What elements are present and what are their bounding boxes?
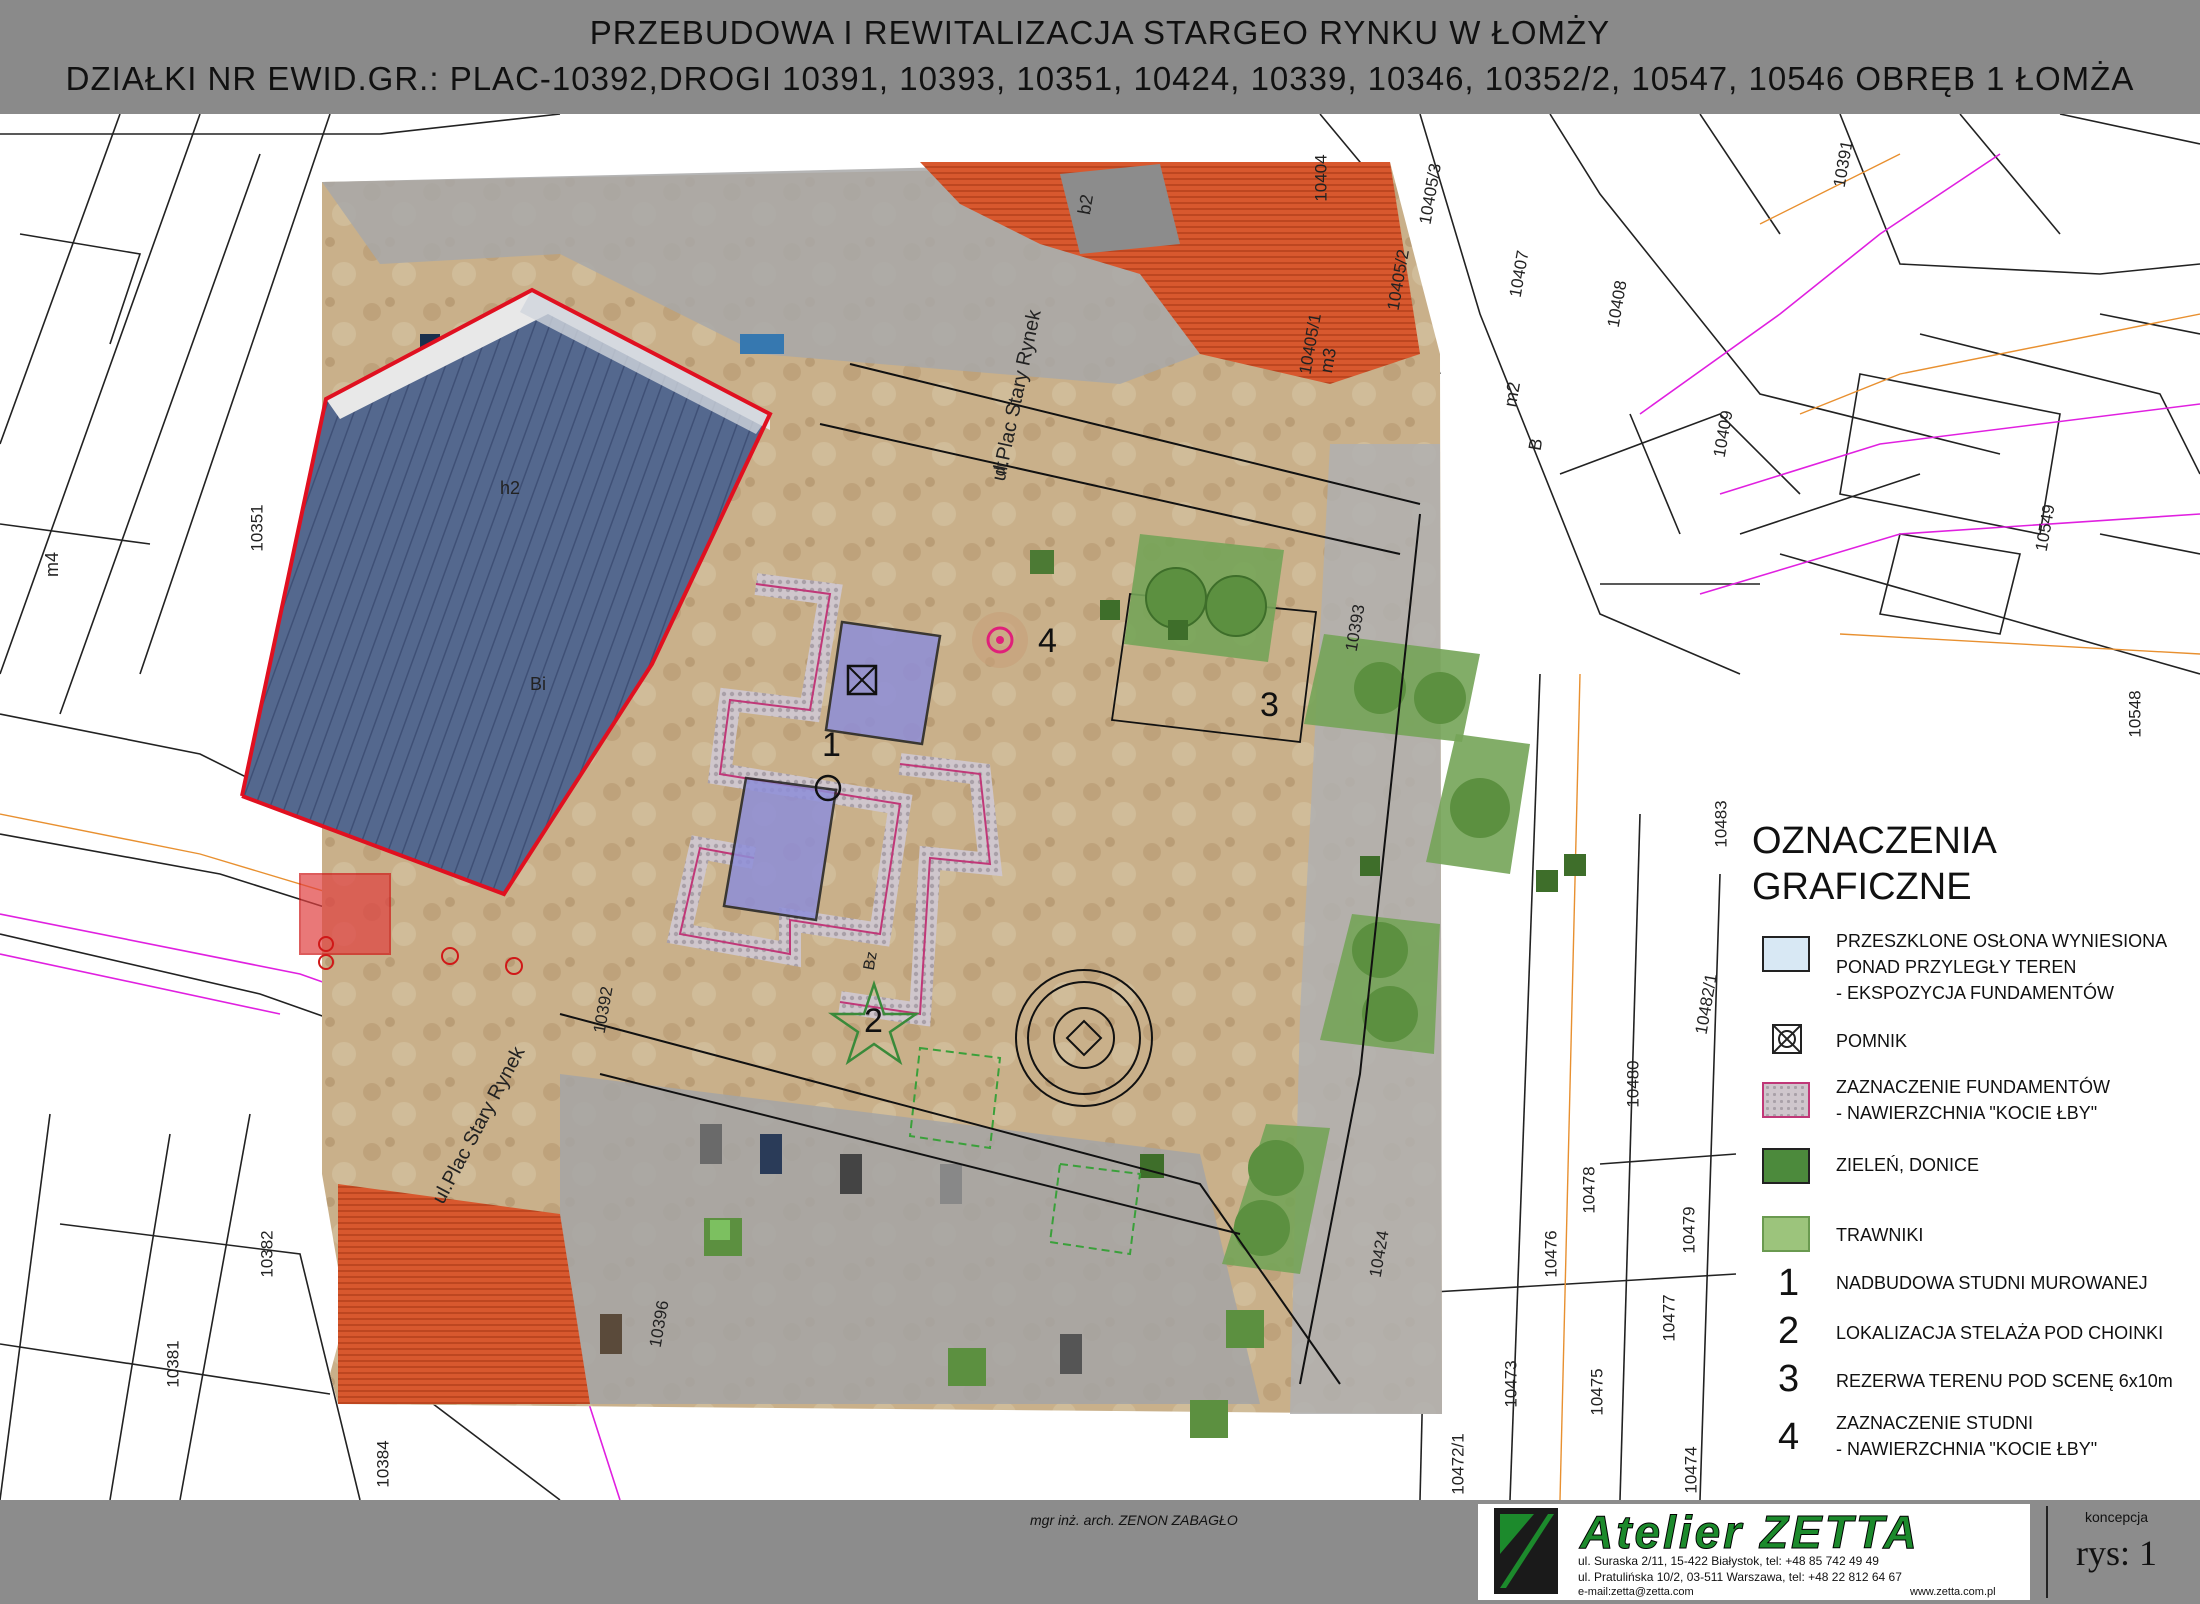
company-name: Atelier ZETTA: [1580, 1506, 1920, 1559]
legend-number-3: 3: [1778, 1358, 1800, 1400]
parcel-label-10384: 10384: [373, 1440, 393, 1488]
legend-foundation-swatch: [1762, 1082, 1810, 1118]
legend-glass-swatch: [1762, 936, 1810, 972]
legend-number-1: 1: [1778, 1262, 1800, 1304]
parcel-label-10480: 10480: [1623, 1060, 1643, 1108]
legend-number-2: 2: [1778, 1310, 1800, 1352]
parcel-label-10478: 10478: [1579, 1166, 1599, 1214]
company-email: e-mail:zetta@zetta.com: [1578, 1586, 1694, 1598]
building-label-bz: Bz: [860, 950, 881, 972]
parcel-label-10476: 10476: [1541, 1230, 1561, 1278]
parcel-label-10477: 10477: [1659, 1294, 1679, 1342]
building-label-m2: m2: [1499, 380, 1525, 409]
legend-foundation-line2: - NAWIERZCHNIA "KOCIE ŁBY": [1836, 1103, 2098, 1123]
legend-item-3-label: REZERWA TERENU POD SCENĘ 6x10m: [1836, 1371, 2173, 1391]
marker-2: 2: [864, 1002, 883, 1040]
parcel-label-10404: 10404: [1311, 154, 1331, 202]
legend-glass-line2: PONAD PRZYLEGŁY TEREN: [1836, 957, 2077, 977]
parcel-label-10475: 10475: [1587, 1368, 1607, 1416]
legend-item-4-line1: ZAZNACZENIE STUDNI: [1836, 1413, 2034, 1433]
legend-greenery-swatch: [1762, 1148, 1810, 1184]
legend-number-4: 4: [1778, 1416, 1800, 1458]
parcel-list-title: DZIAŁKI NR EWID.GR.: PLAC-10392,DROGI 10…: [65, 60, 2135, 97]
stage-label: koncepcja: [2085, 1509, 2149, 1525]
sheet-divider: [2046, 1506, 2048, 1598]
legend-glass-line1: PRZESZKLONE OSŁONA WYNIESIONA: [1836, 931, 2168, 951]
address-bialystok: ul. Suraska 2/11, 15-422 Białystok, tel:…: [1578, 1554, 1879, 1568]
parcel-label-10351: 10351: [247, 504, 267, 552]
building-label-b2: b2: [1073, 192, 1098, 217]
legend-lawn-label: TRAWNIKI: [1836, 1225, 1924, 1245]
title-band: PRZEBUDOWA I REWITALIZACJA STARGEO RYNKU…: [0, 0, 2200, 114]
building-label-h2: h2: [500, 478, 521, 498]
company-logo-icon: [1494, 1508, 1558, 1594]
marker-1: 1: [822, 726, 841, 764]
author-credit: mgr inż. arch. ZENON ZABAGŁO: [1030, 1512, 1238, 1528]
legend-title-line2: GRAFICZNE: [1752, 866, 1972, 908]
legend-foundation-line1: ZAZNACZENIE FUNDAMENTÓW: [1836, 1077, 2110, 1097]
legend-glass-line3: - EKSPOZYCJA FUNDAMENTÓW: [1836, 983, 2115, 1003]
sheet-number: rys: 1: [2076, 1533, 2157, 1573]
building-label-m3: m3: [1315, 346, 1341, 375]
well-marker: [972, 612, 1028, 668]
legend-title-line1: OZNACZENIA: [1752, 820, 1997, 862]
parcel-label-10479: 10479: [1679, 1206, 1699, 1254]
parcel-label-10381: 10381: [163, 1340, 183, 1388]
legend-greenery-label: ZIELEŃ, DONICE: [1836, 1155, 1980, 1175]
project-title: PRZEBUDOWA I REWITALIZACJA STARGEO RYNKU…: [589, 14, 1611, 51]
parcel-label-10548: 10548: [2125, 690, 2145, 738]
parcel-label-10472-1: 10472/1: [1448, 1433, 1468, 1495]
parcel-label-10474: 10474: [1681, 1446, 1701, 1494]
parcel-label-10382: 10382: [257, 1230, 277, 1278]
building-label-bi: Bi: [530, 674, 547, 694]
address-warszawa: ul. Pratulińska 10/2, 03-511 Warszawa, t…: [1578, 1570, 1902, 1584]
legend-lawn-swatch: [1762, 1216, 1810, 1252]
legend-monument-label: POMNIK: [1836, 1031, 1908, 1051]
legend-item-1-label: NADBUDOWA STUDNI MUROWANEJ: [1836, 1273, 2148, 1293]
legend-item-2-label: LOKALIZACJA STELAŻA POD CHOINKI: [1836, 1323, 2164, 1343]
monument-icon: [1772, 1024, 1802, 1054]
building-label-dr: dr: [991, 460, 1011, 478]
marker-3: 3: [1260, 686, 1279, 724]
marker-4: 4: [1038, 622, 1057, 660]
parcel-label-10483: 10483: [1711, 800, 1731, 848]
company-website: www.zetta.com.pl: [1910, 1586, 1996, 1598]
legend-item-4-line2: - NAWIERZCHNIA "KOCIE ŁBY": [1836, 1439, 2098, 1459]
parcel-label-10473: 10473: [1501, 1360, 1521, 1408]
building-label-m4: m4: [42, 551, 63, 578]
